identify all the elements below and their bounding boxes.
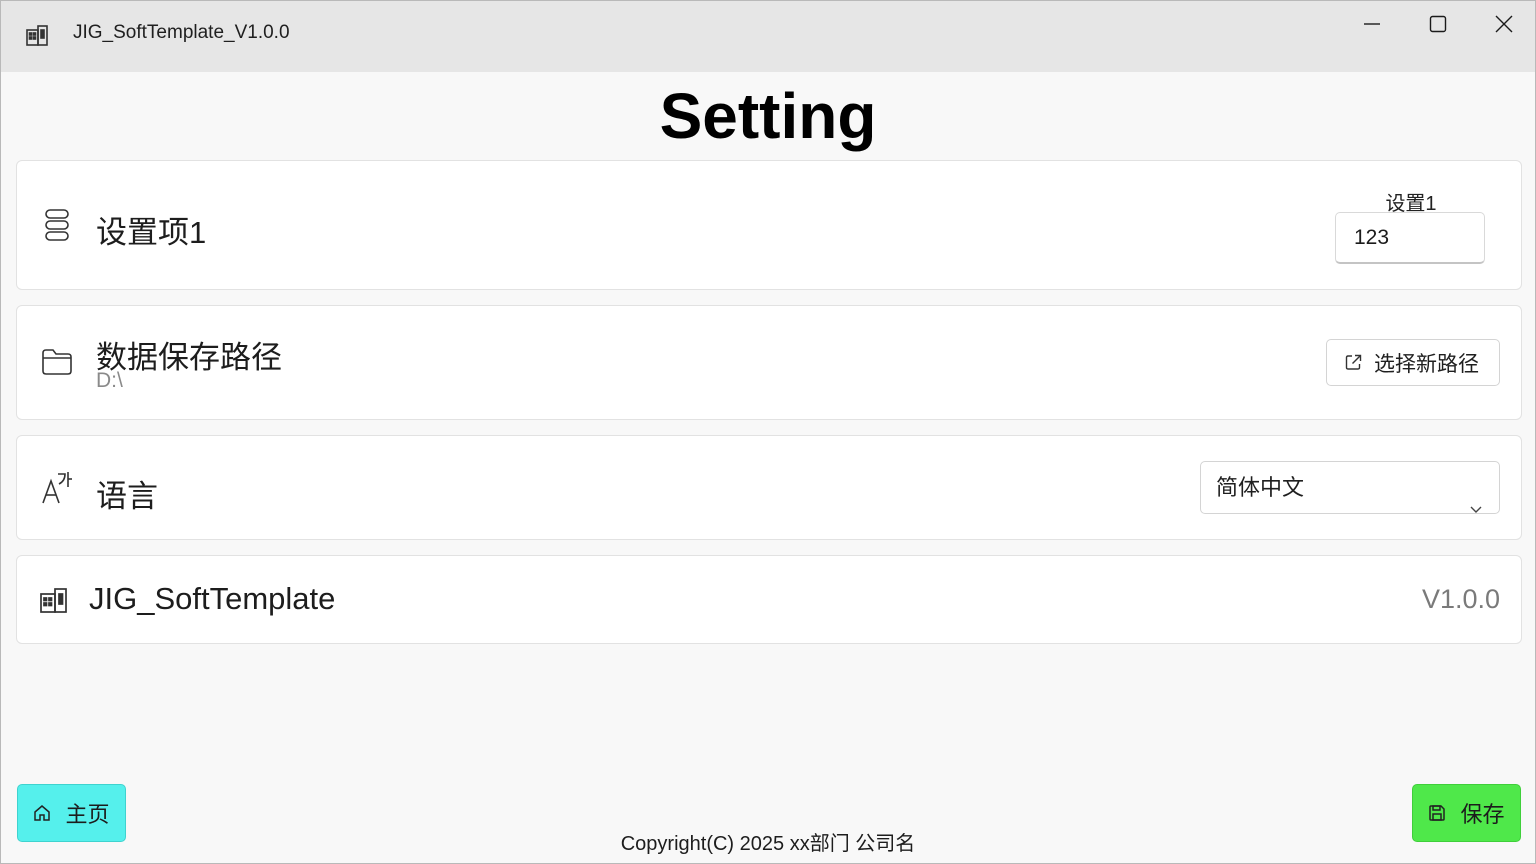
open-external-icon [1345,354,1362,370]
chevron-down-icon [1469,482,1483,533]
version-label: V1.0.0 [1421,584,1500,614]
minimize-icon [1364,23,1380,25]
maximize-icon [1429,15,1447,33]
building-icon [25,23,49,47]
language-label: 语言 [96,479,158,514]
path-label: 数据保存路径 [96,340,282,375]
folder-icon [41,348,73,381]
app-window: JIG_SoftTemplate_V1.0.0 Setting 设置项1 设置1 [0,0,1536,864]
home-label: 主页 [65,802,110,827]
save-button[interactable]: 保存 [1412,784,1521,842]
setting-item1-label: 设置项1 [96,215,207,250]
close-icon [1495,15,1513,33]
setting-card-path: 数据保存路径 D:\ 选择新路径 [16,305,1522,420]
app-name-label: JIG_SoftTemplate [89,581,336,616]
choose-path-button[interactable]: 选择新路径 [1326,339,1500,386]
choose-path-label: 选择新路径 [1374,352,1479,376]
setting-card-language: 语言 简体中文 [16,435,1522,540]
language-icon [41,471,73,510]
window-title: JIG_SoftTemplate_V1.0.0 [73,22,290,43]
title-bar[interactable]: JIG_SoftTemplate_V1.0.0 [1,1,1535,72]
building-icon [39,586,69,619]
save-icon [1429,805,1446,821]
close-button[interactable] [1480,7,1528,41]
setting1-input[interactable] [1335,212,1485,264]
language-select[interactable]: 简体中文 [1200,461,1500,514]
language-selected-value: 简体中文 [1216,475,1305,500]
maximize-button[interactable] [1414,7,1462,41]
page-title: Setting [659,80,877,152]
setting-card-about: JIG_SoftTemplate V1.0.0 [16,555,1522,644]
home-icon [34,805,51,821]
save-label: 保存 [1460,802,1505,827]
storage-icon [44,208,70,247]
copyright-text: Copyright(C) 2025 xx部门 公司名 [620,833,916,855]
minimize-button[interactable] [1348,7,1396,41]
path-value: D:\ [96,369,123,392]
setting-card-item1: 设置项1 设置1 [16,160,1522,290]
